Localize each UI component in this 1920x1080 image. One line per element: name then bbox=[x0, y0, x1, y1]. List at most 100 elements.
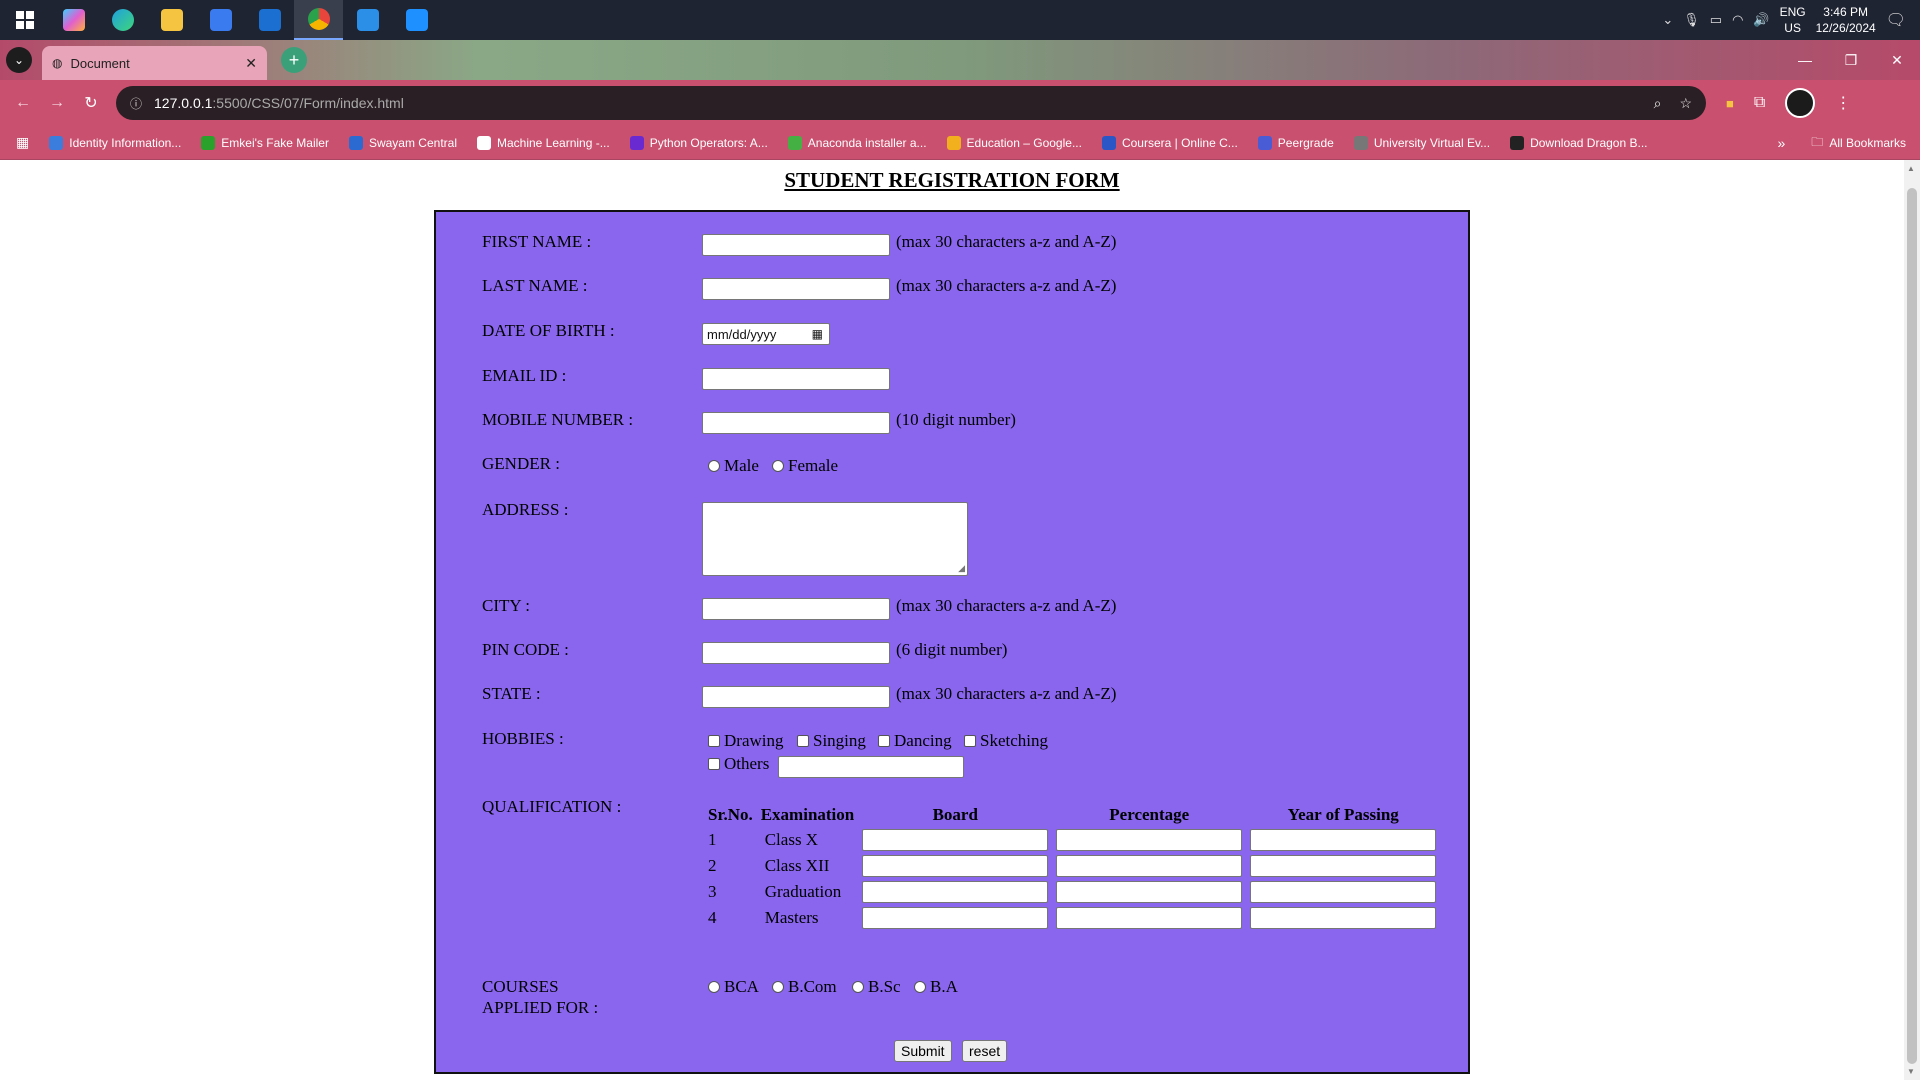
close-tab-icon[interactable]: ✕ bbox=[245, 55, 257, 72]
city-input[interactable] bbox=[702, 598, 890, 620]
taskbar-copilot-button[interactable] bbox=[49, 0, 98, 40]
email-input[interactable] bbox=[702, 368, 890, 390]
bookmark-item[interactable]: Download Dragon B... bbox=[1510, 135, 1648, 150]
battery-icon[interactable]: ▭ bbox=[1710, 12, 1722, 28]
forward-icon[interactable]: → bbox=[40, 94, 74, 112]
year-of-passing-input[interactable] bbox=[1250, 855, 1437, 877]
page-scrollbar[interactable]: ▲ ▼ bbox=[1904, 160, 1920, 1080]
others-input[interactable] bbox=[778, 756, 964, 778]
language-indicator[interactable]: ENG US bbox=[1780, 4, 1806, 36]
scroll-up-icon[interactable]: ▲ bbox=[1907, 164, 1915, 173]
taskbar-vscode-button[interactable] bbox=[343, 0, 392, 40]
board-input[interactable] bbox=[862, 829, 1049, 851]
bcom-radio[interactable] bbox=[772, 981, 784, 993]
percentage-input[interactable] bbox=[1056, 829, 1243, 851]
female-radio[interactable] bbox=[772, 460, 784, 472]
bookmark-item[interactable]: Machine Learning -... bbox=[476, 135, 610, 150]
submit-button[interactable]: Submit bbox=[894, 1040, 952, 1062]
chevron-up-icon[interactable]: ⌄ bbox=[1662, 12, 1673, 28]
all-bookmarks-button[interactable]: 🗀 All Bookmarks bbox=[1811, 133, 1906, 154]
taskbar-paint-button[interactable] bbox=[392, 0, 441, 40]
extensions-icon[interactable]: ⧉ bbox=[1754, 94, 1765, 112]
gender-female-option[interactable]: Female bbox=[772, 456, 838, 476]
url-text[interactable]: 127.0.0.1:5500/CSS/07/Form/index.html bbox=[154, 95, 404, 111]
others-checkbox[interactable] bbox=[708, 758, 720, 770]
bookmark-item[interactable]: Education – Google... bbox=[946, 135, 1082, 150]
taskbar-file-explorer-button[interactable] bbox=[147, 0, 196, 40]
year-of-passing-input[interactable] bbox=[1250, 881, 1437, 903]
board-input[interactable] bbox=[862, 881, 1049, 903]
close-window-icon[interactable]: ✕ bbox=[1874, 52, 1920, 69]
bsc-radio[interactable] bbox=[852, 981, 864, 993]
address-textarea[interactable]: ◢ bbox=[702, 502, 968, 576]
bookmark-item[interactable]: Peergrade bbox=[1257, 135, 1334, 150]
sketching-checkbox[interactable] bbox=[964, 735, 976, 747]
extension-badge-icon[interactable]: ■ bbox=[1726, 96, 1734, 111]
taskbar-edge-button[interactable] bbox=[98, 0, 147, 40]
year-of-passing-input[interactable] bbox=[1250, 829, 1437, 851]
course-bca-option[interactable]: BCA bbox=[708, 977, 759, 997]
board-input[interactable] bbox=[862, 855, 1049, 877]
scroll-down-icon[interactable]: ▼ bbox=[1907, 1067, 1915, 1076]
bookmark-item[interactable]: Emkei's Fake Mailer bbox=[201, 135, 329, 150]
hobby-singing[interactable]: Singing bbox=[797, 731, 866, 751]
dob-input[interactable]: mm/dd/yyyy ▦ bbox=[702, 323, 830, 345]
bookmark-star-icon[interactable]: ☆ bbox=[1679, 95, 1692, 112]
dancing-checkbox[interactable] bbox=[878, 735, 890, 747]
menu-icon[interactable]: ⋮ bbox=[1835, 93, 1851, 113]
scrollbar-thumb[interactable] bbox=[1907, 188, 1917, 1064]
profile-avatar[interactable] bbox=[1785, 88, 1816, 118]
mobile-input[interactable] bbox=[702, 412, 890, 434]
gender-male-option[interactable]: Male bbox=[708, 456, 759, 476]
percentage-input[interactable] bbox=[1056, 907, 1243, 929]
hobby-dancing[interactable]: Dancing bbox=[878, 731, 952, 751]
microphone-icon[interactable]: 🎙 bbox=[1683, 12, 1700, 28]
bookmark-item[interactable]: Anaconda installer a... bbox=[787, 135, 927, 150]
hobby-sketching[interactable]: Sketching bbox=[964, 731, 1048, 751]
bookmark-item[interactable]: Identity Information... bbox=[49, 135, 181, 150]
calendar-icon[interactable]: ▦ bbox=[812, 327, 823, 341]
first-name-input[interactable] bbox=[702, 234, 890, 256]
reset-button[interactable]: reset bbox=[962, 1040, 1008, 1062]
course-bsc-option[interactable]: B.Sc bbox=[852, 977, 901, 997]
reload-icon[interactable]: ↻ bbox=[74, 93, 108, 113]
back-icon[interactable]: ← bbox=[6, 94, 40, 112]
drawing-checkbox[interactable] bbox=[708, 735, 720, 747]
tab-search-button[interactable]: ⌄ bbox=[6, 47, 32, 73]
more-bookmarks-icon[interactable]: » bbox=[1778, 135, 1786, 151]
resize-handle-icon[interactable]: ◢ bbox=[958, 563, 965, 574]
restore-icon[interactable]: ❐ bbox=[1828, 52, 1874, 69]
bookmark-item[interactable]: Python Operators: A... bbox=[629, 135, 768, 150]
apps-grid-icon[interactable]: ▦ bbox=[16, 134, 29, 151]
tab-document[interactable]: ◍ Document ✕ bbox=[42, 46, 267, 80]
wifi-icon[interactable]: ◠ bbox=[1732, 12, 1743, 28]
zoom-icon[interactable]: ⌕ bbox=[1654, 95, 1662, 112]
last-name-input[interactable] bbox=[702, 278, 890, 300]
board-input[interactable] bbox=[862, 907, 1049, 929]
taskbar-chrome-button[interactable] bbox=[294, 0, 343, 40]
state-input[interactable] bbox=[702, 686, 890, 708]
windows-start-button[interactable] bbox=[0, 0, 49, 40]
new-tab-button[interactable]: + bbox=[281, 47, 307, 73]
year-of-passing-input[interactable] bbox=[1250, 907, 1437, 929]
address-bar[interactable]: ⓘ 127.0.0.1:5500/CSS/07/Form/index.html … bbox=[116, 86, 1706, 120]
male-radio[interactable] bbox=[708, 460, 720, 472]
minimize-icon[interactable]: — bbox=[1782, 52, 1828, 68]
notification-icon[interactable]: 🗨 bbox=[1886, 10, 1906, 30]
percentage-input[interactable] bbox=[1056, 855, 1243, 877]
hobby-drawing[interactable]: Drawing bbox=[708, 731, 783, 751]
pin-code-input[interactable] bbox=[702, 642, 890, 664]
bookmark-item[interactable]: University Virtual Ev... bbox=[1353, 135, 1490, 150]
clock[interactable]: 3:46 PM 12/26/2024 bbox=[1816, 4, 1876, 36]
bca-radio[interactable] bbox=[708, 981, 720, 993]
ba-radio[interactable] bbox=[914, 981, 926, 993]
percentage-input[interactable] bbox=[1056, 881, 1243, 903]
taskbar-outlook-button[interactable] bbox=[245, 0, 294, 40]
taskbar-store-button[interactable] bbox=[196, 0, 245, 40]
bookmark-item[interactable]: Swayam Central bbox=[348, 135, 457, 150]
course-ba-option[interactable]: B.A bbox=[914, 977, 958, 997]
site-info-icon[interactable]: ⓘ bbox=[130, 95, 142, 112]
bookmark-item[interactable]: Coursera | Online C... bbox=[1101, 135, 1238, 150]
course-bcom-option[interactable]: B.Com bbox=[772, 977, 837, 997]
volume-icon[interactable]: 🔊 bbox=[1753, 12, 1769, 28]
